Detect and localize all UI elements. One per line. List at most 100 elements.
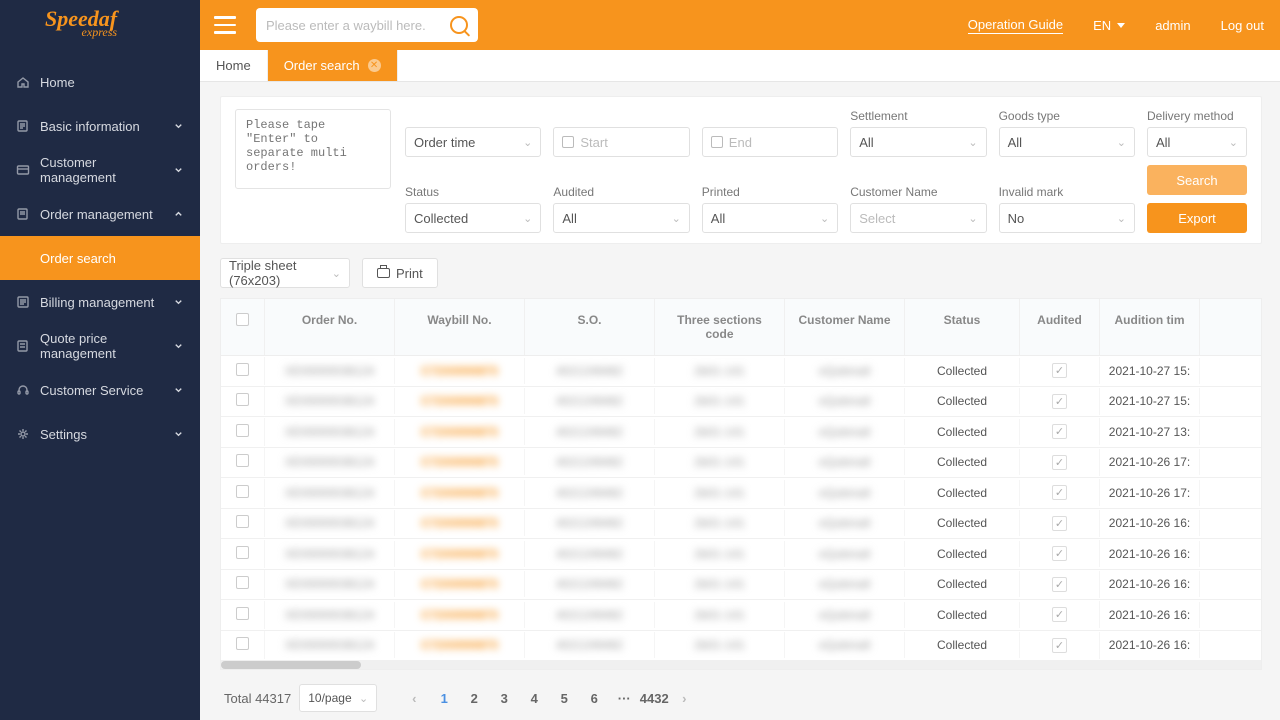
settlement-select[interactable]: All⌄ (850, 127, 986, 157)
waybill-search-input[interactable] (266, 18, 450, 33)
sidebar-item-label: Customer Service (40, 383, 143, 398)
user-label[interactable]: admin (1155, 18, 1190, 33)
table-row: XE00000038124C72X000087340212494822b01-1… (221, 600, 1261, 631)
start-date-input[interactable] (553, 127, 689, 157)
row-checkbox[interactable] (236, 454, 249, 467)
close-icon[interactable]: ✕ (368, 59, 381, 72)
invalid-label: Invalid mark (999, 185, 1135, 199)
table-row: XE00000038124C72X000087340212494822b01-1… (221, 539, 1261, 570)
end-date-field[interactable] (729, 135, 829, 150)
invalid-select[interactable]: No⌄ (999, 203, 1135, 233)
audited-checkbox: ✓ (1052, 424, 1067, 439)
waybill-search[interactable] (256, 8, 478, 42)
three-sections: 2b01-141 (694, 455, 745, 469)
goods-type-select[interactable]: All⌄ (999, 127, 1135, 157)
sidebar-item-settings[interactable]: Settings (0, 412, 200, 456)
waybill-no[interactable]: C72X0000873 (421, 638, 498, 652)
multi-order-input[interactable] (235, 109, 391, 189)
row-checkbox[interactable] (236, 424, 249, 437)
sidebar-item-customer-service[interactable]: Customer Service (0, 368, 200, 412)
order-no: XE00000038124 (285, 516, 374, 530)
sidebar-item-basic-information[interactable]: Basic information (0, 104, 200, 148)
sidebar-item-quote-price-management[interactable]: Quote price management (0, 324, 200, 368)
horizontal-scrollbar[interactable] (221, 661, 1261, 669)
so: 4021249482 (556, 608, 623, 622)
printed-select[interactable]: All⌄ (702, 203, 838, 233)
search-icon[interactable] (450, 16, 468, 34)
order-time-select[interactable]: Order time⌄ (405, 127, 541, 157)
waybill-no[interactable]: C72X0000873 (421, 486, 498, 500)
table-header: Order No. Waybill No. S.O. Three section… (221, 299, 1261, 356)
headset-icon (16, 383, 30, 397)
audited-label: Audited (553, 185, 689, 199)
page-3[interactable]: 3 (489, 684, 519, 712)
page-size-select[interactable]: 10/page⌄ (299, 684, 377, 712)
row-checkbox[interactable] (236, 637, 249, 650)
audited-checkbox: ✓ (1052, 638, 1067, 653)
print-button[interactable]: Print (362, 258, 438, 288)
waybill-no[interactable]: C72X0000873 (421, 425, 498, 439)
row-checkbox[interactable] (236, 393, 249, 406)
row-checkbox[interactable] (236, 515, 249, 528)
page-4432[interactable]: 4432 (639, 684, 669, 712)
page-2[interactable]: 2 (459, 684, 489, 712)
row-checkbox[interactable] (236, 576, 249, 589)
table-row: XE00000038124C72X000087340212494822b01-1… (221, 509, 1261, 540)
sidebar-item-label: Home (40, 75, 75, 90)
customer-select[interactable]: Select⌄ (850, 203, 986, 233)
search-button[interactable]: Search (1147, 165, 1247, 195)
waybill-no[interactable]: C72X0000873 (421, 394, 498, 408)
audition-time: 2021-10-26 16: (1100, 541, 1200, 567)
select-all-checkbox[interactable] (236, 313, 249, 326)
sidebar-item-label: Quote price management (40, 331, 173, 361)
settlement-label: Settlement (850, 109, 986, 123)
status: Collected (905, 571, 1020, 597)
sidebar-item-home[interactable]: Home (0, 60, 200, 104)
waybill-no[interactable]: C72X0000873 (421, 547, 498, 561)
page-1[interactable]: 1 (429, 684, 459, 712)
status-select[interactable]: Collected⌄ (405, 203, 541, 233)
logout-link[interactable]: Log out (1221, 18, 1264, 33)
customer-name: eQubmall (819, 425, 870, 439)
three-sections: 2b01-141 (694, 516, 745, 530)
export-button[interactable]: Export (1147, 203, 1247, 233)
waybill-no[interactable]: C72X0000873 (421, 608, 498, 622)
total-count: Total 44317 (224, 691, 291, 706)
page-4[interactable]: 4 (519, 684, 549, 712)
row-checkbox[interactable] (236, 363, 249, 376)
sheet-type-select[interactable]: Triple sheet (76x203)⌄ (220, 258, 350, 288)
sidebar-subitem-order-search[interactable]: Order search (0, 236, 200, 280)
sidebar-item-billing-management[interactable]: Billing management (0, 280, 200, 324)
waybill-no[interactable]: C72X0000873 (421, 577, 498, 591)
operation-guide-link[interactable]: Operation Guide (968, 17, 1063, 34)
page-6[interactable]: 6 (579, 684, 609, 712)
row-checkbox[interactable] (236, 546, 249, 559)
waybill-no[interactable]: C72X0000873 (421, 364, 498, 378)
page-5[interactable]: 5 (549, 684, 579, 712)
col-audited: Audited (1020, 299, 1100, 355)
so: 4021249482 (556, 394, 623, 408)
waybill-no[interactable]: C72X0000873 (421, 516, 498, 530)
so: 4021249482 (556, 425, 623, 439)
sidebar-item-order-management[interactable]: Order management (0, 192, 200, 236)
table-row: XE00000038124C72X000087340212494822b01-1… (221, 387, 1261, 418)
language-selector[interactable]: EN (1093, 18, 1125, 33)
sidebar-item-customer-management[interactable]: Customer management (0, 148, 200, 192)
start-date-field[interactable] (580, 135, 680, 150)
billing-icon (16, 295, 30, 309)
tab-home[interactable]: Home (200, 50, 268, 81)
waybill-no[interactable]: C72X0000873 (421, 455, 498, 469)
chevron-down-icon (173, 383, 184, 398)
row-checkbox[interactable] (236, 607, 249, 620)
tab-order-search[interactable]: Order search✕ (268, 50, 398, 81)
order-no: XE00000038124 (285, 394, 374, 408)
order-no: XE00000038124 (285, 547, 374, 561)
end-date-input[interactable] (702, 127, 838, 157)
prev-page[interactable]: ‹ (399, 684, 429, 712)
menu-toggle-icon[interactable] (214, 16, 236, 34)
row-checkbox[interactable] (236, 485, 249, 498)
next-page[interactable]: › (669, 684, 699, 712)
audited-select[interactable]: All⌄ (553, 203, 689, 233)
order-no: XE00000038124 (285, 577, 374, 591)
delivery-select[interactable]: All⌄ (1147, 127, 1247, 157)
